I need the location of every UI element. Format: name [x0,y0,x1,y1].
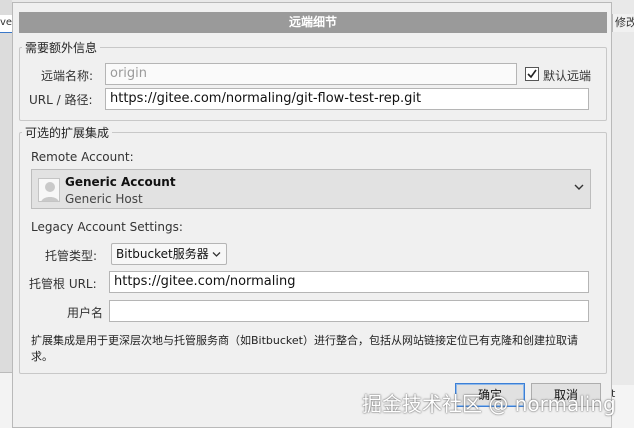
remote-details-dialog: 远端细节 需要额外信息 远端名称: origin 默认远端 URL / 路径: … [12,2,612,428]
host-root-url-input[interactable]: https://gitee.com/normaling [109,271,589,293]
hosting-type-select[interactable]: Bitbucket服务器 [111,243,227,265]
hosting-type-value: Bitbucket服务器 [116,247,209,261]
integration-note: 扩展集成是用于更深层次地与托管服务商（如Bitbucket）进行整合，包括从网站… [31,334,578,363]
remote-name-label: 远端名称: [41,69,94,83]
default-remote-label: 默认远端 [543,69,592,83]
watermark: 掘金技术社区 @ normaling [362,392,616,416]
host-root-url-label: 托管根 URL: [29,277,97,291]
remote-account-label: Remote Account: [31,150,134,164]
background-app-left: ve [0,0,12,428]
url-path-input[interactable]: https://gitee.com/normaling/git-flow-tes… [105,88,589,110]
url-path-label: URL / 路径: [29,93,93,107]
username-input[interactable] [109,300,589,322]
required-info-legend: 需要额外信息 [25,41,98,55]
legacy-settings-label: Legacy Account Settings: [31,220,183,234]
avatar [38,178,60,202]
chevron-down-icon [574,184,584,190]
username-label: 用户名 [67,306,104,320]
account-name: Generic Account [65,175,176,189]
chevron-down-icon [212,252,221,257]
remote-name-input[interactable]: origin [105,63,517,85]
hosting-type-label: 托管类型: [45,249,98,263]
user-icon [41,182,59,201]
checkmark-icon [527,69,537,79]
dialog-title: 远端细节 [19,12,607,33]
background-right-tab: 修改的 [612,14,634,32]
background-tab-label: ve [0,17,13,28]
background-panel [0,372,12,428]
remote-account-dropdown[interactable]: Generic Account Generic Host [31,169,591,209]
optional-integration-legend: 可选的扩展集成 [25,126,110,140]
account-host: Generic Host [65,192,143,206]
default-remote-checkbox[interactable] [525,67,539,81]
